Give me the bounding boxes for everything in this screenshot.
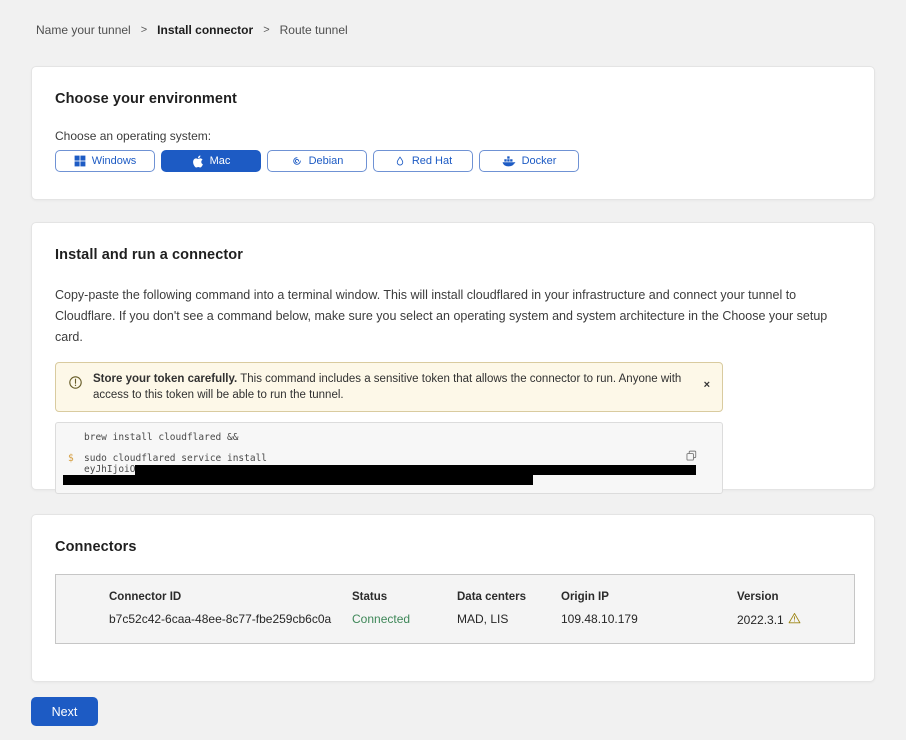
os-button-label: Red Hat xyxy=(412,155,452,167)
next-button[interactable]: Next xyxy=(31,697,98,726)
warning-circle-icon xyxy=(68,375,83,395)
os-button-mac[interactable]: Mac xyxy=(161,150,261,172)
status-badge: Connected xyxy=(352,612,457,627)
debian-logo-icon xyxy=(291,155,303,167)
os-button-group: Windows Mac Debian Red Hat xyxy=(55,150,851,172)
connectors-card: Connectors Connector ID Status Data cent… xyxy=(31,514,875,682)
card-title: Install and run a connector xyxy=(55,247,851,263)
card-title: Connectors xyxy=(55,539,851,555)
docker-logo-icon xyxy=(502,155,516,167)
breadcrumb-step-route-tunnel[interactable]: Route tunnel xyxy=(280,23,348,37)
breadcrumb-step-name-your-tunnel[interactable]: Name your tunnel xyxy=(36,23,131,37)
command-line-1: brew install cloudflared && xyxy=(84,432,722,444)
column-header-data-centers: Data centers xyxy=(457,591,561,603)
os-button-redhat[interactable]: Red Hat xyxy=(373,150,473,172)
card-title: Choose your environment xyxy=(55,91,851,107)
token-redaction-bar xyxy=(63,475,533,485)
command-line-2: $ sudo cloudflared service install eyJhI… xyxy=(56,453,722,475)
os-button-label: Mac xyxy=(210,155,231,167)
os-button-docker[interactable]: Docker xyxy=(479,150,579,172)
token-prefix: eyJhIjoiO xyxy=(84,464,135,475)
breadcrumb-separator: > xyxy=(263,24,269,36)
command-line-2-text: sudo cloudflared service install xyxy=(84,453,696,464)
token-warning-banner: Store your token carefully. This command… xyxy=(55,362,723,412)
token-redaction-bar xyxy=(135,465,696,475)
version-warning-icon xyxy=(788,612,801,627)
column-header-origin-ip: Origin IP xyxy=(561,591,737,603)
os-button-label: Debian xyxy=(309,155,344,167)
data-centers-cell: MAD, LIS xyxy=(457,612,561,627)
redhat-logo-icon xyxy=(394,155,406,168)
table-row: b7c52c42-6caa-48ee-8c77-fbe259cb6c0a Con… xyxy=(109,612,854,627)
column-header-version: Version xyxy=(737,591,854,603)
connector-instructions: Copy-paste the following command into a … xyxy=(55,285,853,348)
install-connector-card: Install and run a connector Copy-paste t… xyxy=(31,222,875,490)
shell-prompt: $ xyxy=(68,453,84,475)
connectors-table: Connector ID Status Data centers Origin … xyxy=(55,574,855,644)
warning-title: Store your token carefully. xyxy=(93,373,237,385)
windows-logo-icon xyxy=(74,155,86,167)
breadcrumb-step-install-connector[interactable]: Install connector xyxy=(157,23,253,37)
breadcrumb: Name your tunnel > Install connector > R… xyxy=(36,23,348,37)
os-select-label: Choose an operating system: xyxy=(55,129,851,143)
tunnel-setup-page: Name your tunnel > Install connector > R… xyxy=(0,0,906,740)
origin-ip-cell: 109.48.10.179 xyxy=(561,612,737,627)
column-header-status: Status xyxy=(352,591,457,603)
version-cell: 2022.3.1 xyxy=(737,612,854,627)
column-header-connector-id: Connector ID xyxy=(109,591,352,603)
warning-message: Store your token carefully. This command… xyxy=(83,371,702,403)
breadcrumb-separator: > xyxy=(141,24,147,36)
os-button-label: Windows xyxy=(92,155,137,167)
choose-environment-card: Choose your environment Choose an operat… xyxy=(31,66,875,200)
install-command-block: brew install cloudflared && $ sudo cloud… xyxy=(55,422,723,494)
close-icon[interactable]: × xyxy=(702,377,712,393)
os-button-windows[interactable]: Windows xyxy=(55,150,155,172)
version-value: 2022.3.1 xyxy=(737,613,784,627)
os-button-debian[interactable]: Debian xyxy=(267,150,367,172)
connector-id-cell: b7c52c42-6caa-48ee-8c77-fbe259cb6c0a xyxy=(109,612,352,627)
token-line: eyJhIjoiO xyxy=(84,464,696,475)
copy-icon[interactable] xyxy=(685,449,698,466)
table-header-row: Connector ID Status Data centers Origin … xyxy=(109,591,854,603)
apple-logo-icon xyxy=(192,155,204,168)
os-button-label: Docker xyxy=(522,155,557,167)
